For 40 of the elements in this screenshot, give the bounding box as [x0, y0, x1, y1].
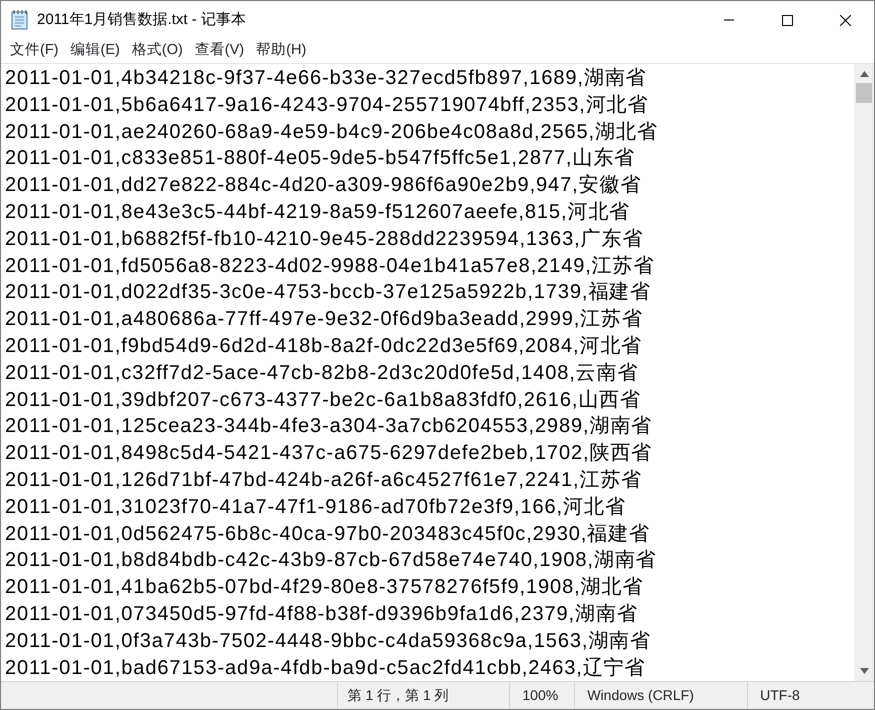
text-line: 2011-01-01,073450d5-97fd-4f88-b38f-d9396b9fa1d6,2379,湖南省	[5, 602, 638, 627]
text-line: 2011-01-01,8498c5d4-5421-437c-a675-6297defe2beb,1702,陕西省	[5, 441, 652, 466]
window-title: 2011年1月销售数据.txt - 记事本	[37, 10, 247, 30]
text-line: 2011-01-01,dd27e822-884c-4d20-a309-986f6a90e2b9,947,安徽省	[5, 173, 642, 198]
status-text: 100%	[522, 686, 558, 705]
scroll-down-icon[interactable]	[860, 668, 868, 674]
text-line: 2011-01-01,0d562475-6b8c-40ca-97b0-203483c45f0c,2930,福建省	[5, 522, 650, 547]
scrollbar[interactable]	[854, 64, 874, 681]
menu-item[interactable]: 格式(O)	[126, 40, 189, 62]
text-line: 2011-01-01,125cea23-344b-4fe3-a304-3a7cb6204553,2989,湖南省	[5, 414, 652, 440]
notepad-icon	[11, 10, 29, 30]
text-line: 2011-01-01,0f3a743b-7502-4448-9bbc-c4da59368c9a,1563,湖南省	[5, 628, 652, 654]
text-line: 2011-01-01,126d71bf-47bd-424b-a26f-a6c4527f61e7,2241,江苏省	[5, 468, 642, 493]
text-line: 2011-01-01,c32ff7d2-5ace-47cb-82b8-2d3c20d0fe5d,1408,云南省	[5, 360, 638, 386]
text-line: 2011-01-01,c833e851-880f-4e05-9de5-b547f5ffc5e1,2877,山东省	[5, 146, 636, 172]
menu-item[interactable]: 编辑(E)	[64, 40, 126, 62]
text-line: 2011-01-01,8e43e3c5-44bf-4219-8a59-f512607aeefe,815,河北省	[5, 200, 630, 225]
maximize-icon	[782, 14, 792, 26]
text-line: 2011-01-01,b6882f5f-fb10-4210-9e45-288dd2239594,1363,广东省	[5, 226, 644, 252]
text-line: 2011-01-01,f9bd54d9-6d2d-418b-8a2f-0dc22d3e5f69,2084,河北省	[5, 334, 642, 359]
text-line: 2011-01-01,d022df35-3c0e-4753-bccb-37e125a5922b,1739,福建省	[5, 280, 652, 306]
menu-item[interactable]: 查看(V)	[188, 40, 250, 62]
menu-item[interactable]: 帮助(H)	[250, 40, 312, 62]
text-line: 2011-01-01,4b34218c-9f37-4e66-b33e-327ecd5fb897,1689,湖南省	[5, 66, 647, 91]
status-text: Windows (CRLF)	[587, 686, 694, 705]
text-line: 2011-01-01,31023f70-41a7-47f1-9186-ad70fb72e3f9,166,河北省	[5, 494, 626, 520]
text-line: 2011-01-01,b8d84bdb-c42c-43b9-87cb-67d58e74e740,1908,湖南省	[5, 548, 657, 574]
close-icon	[840, 14, 850, 26]
text-line: 2011-01-01,ae240260-68a9-4e59-b4c9-206be4c08a8d,2565,湖北省	[5, 120, 658, 145]
status-text: 第 1 行，第 1 列	[348, 686, 449, 705]
text-line: 2011-01-01,bad67153-ad9a-4fdb-ba9d-c5ac2fd41cbb,2463,辽宁省	[5, 656, 646, 681]
text-line: 2011-01-01,41ba62b5-07bd-4f29-80e8-37578276f5f9,1908,湖北省	[5, 575, 644, 600]
menu-item[interactable]: 文件(F)	[4, 40, 65, 62]
scroll-thumb[interactable]	[856, 83, 872, 103]
text-line: 2011-01-01,fd5056a8-8223-4d02-9988-04e1b41a57e8,2149,江苏省	[5, 254, 654, 279]
text-line: 2011-01-01,a480686a-77ff-497e-9e32-0f6d9ba3eadd,2999,江苏省	[5, 307, 643, 332]
status-text: UTF-8	[760, 686, 800, 705]
text-line: 2011-01-01,5b6a6417-9a16-4243-9704-255719074bff,2353,河北省	[5, 92, 648, 118]
scroll-up-icon[interactable]	[860, 71, 868, 77]
text-line: 2011-01-01,39dbf207-c673-4377-be2c-6a1b8a83fdf0,2616,山西省	[5, 388, 642, 413]
